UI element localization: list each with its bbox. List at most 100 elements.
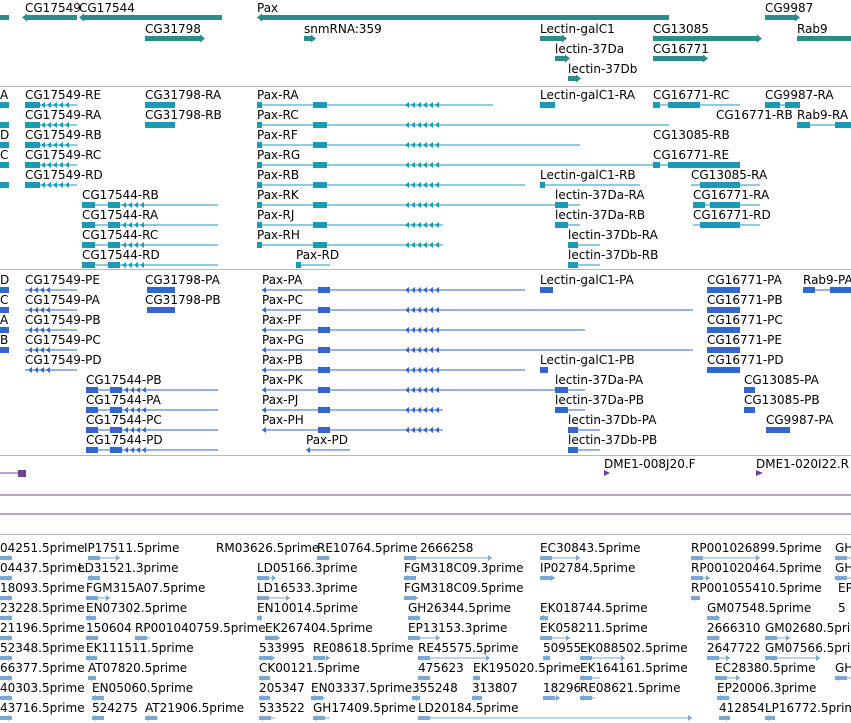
est-label[interactable]: EK088502.5prime [580,641,688,655]
protein-label[interactable]: CG31798-PA [145,273,221,287]
est-label[interactable]: EK195020.5prime [473,661,581,675]
mrna-label[interactable]: Pax-RA [257,88,299,102]
protein-label[interactable]: Pax-PK [262,373,304,387]
mrna-label[interactable]: CG17549-RD [25,168,103,182]
est-label[interactable]: RP001020464.5prime [691,561,822,575]
est-label[interactable]: FGM318C09.5prime [404,581,524,595]
est-label[interactable]: 2647722 [707,641,760,655]
est-label[interactable]: 205347 [259,681,305,695]
est-label[interactable]: 475623 [418,661,464,675]
est-label[interactable]: LP16772.5prime [765,701,851,715]
est-label[interactable]: GH [835,561,851,575]
mrna-label[interactable]: CG16771-RA [693,188,770,202]
gene-label[interactable]: CG17544 [79,1,135,15]
mrna-label[interactable]: Pax-RG [257,148,300,162]
est-label[interactable]: EK018744.5prime [540,601,648,615]
protein-label[interactable]: CG13085-PB [744,393,820,407]
mrna-label[interactable]: Rab9-RA [797,108,849,122]
est-label[interactable]: EN03337.5prime [311,681,412,695]
protein-label[interactable]: CG16771-PE [707,333,782,347]
est-label[interactable]: EP [838,581,851,595]
mrna-label[interactable]: CG16771-RC [653,88,729,102]
clone-label[interactable]: DME1-020I22.R [756,457,849,471]
gene-label[interactable]: CG9987 [765,1,813,15]
protein-label[interactable]: CG13085-PA [744,373,820,387]
protein-label[interactable]: CG17544-PB [86,373,162,387]
protein-label[interactable]: CG17549-PC [25,333,101,347]
gene-label[interactable]: CG16771 [653,42,709,56]
est-label[interactable]: FGM315A07.5prime [86,581,205,595]
mrna-label[interactable]: CG17549-RE [25,88,101,102]
protein-label[interactable]: Pax-PH [262,413,304,427]
protein-label[interactable]: Pax-PJ [262,393,298,407]
est-label[interactable]: RE10764.5prime [317,541,418,555]
est-label[interactable]: 43716.5prime [0,701,85,715]
est-label[interactable]: RE45575.5prime [418,641,519,655]
protein-label[interactable]: B [0,333,8,347]
est-label[interactable]: GH26344.5prime [408,601,511,615]
est-label[interactable]: LD20184.5prime [418,701,519,715]
est-label[interactable]: EK111511.5prime [86,641,194,655]
gene-label[interactable]: lectin-37Db [568,62,637,76]
mrna-label[interactable]: CG16771-RB [716,108,793,122]
est-label[interactable]: GH [835,541,851,555]
est-label[interactable]: 355248 [412,681,458,695]
est-label[interactable]: FGM318C09.3prime [404,561,524,575]
est-label[interactable]: EK267404.5prime [265,621,373,635]
protein-label[interactable]: lectin-37Db-PA [568,413,657,427]
est-label[interactable]: AT21906.5prime [145,701,244,715]
mrna-label[interactable]: CG9987-RA [765,88,834,102]
protein-label[interactable]: CG17544-PC [86,413,162,427]
gene-label[interactable]: Rab9 [797,22,828,36]
est-label[interactable]: 18093.5prime [0,581,85,595]
mrna-label[interactable]: CG17544-RD [82,248,160,262]
est-label[interactable]: LD16533.3prime [257,581,358,595]
est-label[interactable]: RE08618.5prime [313,641,414,655]
mrna-label[interactable]: Pax-RB [257,168,299,182]
est-label[interactable]: EP20006.3prime [717,681,816,695]
est-label[interactable]: RP001026899.5prime [691,541,822,555]
est-label[interactable]: EN10014.5prime [257,601,358,615]
est-label[interactable]: 313807 [472,681,518,695]
est-label[interactable]: 23228.5prime [0,601,85,615]
mrna-label[interactable]: Pax-RD [296,248,339,262]
est-label[interactable]: 533995 [259,641,305,655]
est-label[interactable]: EK164161.5prime [580,661,688,675]
est-label[interactable]: RP001040759.5prime [135,621,266,635]
protein-label[interactable]: CG16771-PD [707,353,784,367]
est-label[interactable]: 04251.5prime [0,541,85,555]
est-label[interactable]: CK00121.5prime [259,661,360,675]
mrna-label[interactable]: Pax-RJ [257,208,294,222]
est-label[interactable]: 50955 [543,641,581,655]
protein-label[interactable]: CG16771-PA [707,273,783,287]
mrna-label[interactable]: CG17544-RA [82,208,159,222]
mrna-label[interactable]: D [0,128,9,142]
protein-label[interactable]: Pax-PC [262,293,303,307]
est-label[interactable]: RE08621.5prime [580,681,681,695]
protein-label[interactable]: CG16771-PC [707,313,783,327]
est-label[interactable]: 412854 [719,701,765,715]
protein-label[interactable]: Pax-PB [262,353,303,367]
est-label[interactable]: GM07548.5prime [707,601,811,615]
mrna-label[interactable]: Lectin-galC1-RA [540,88,636,102]
gene-label[interactable]: Lectin-galC1 [540,22,615,36]
mrna-label[interactable]: CG17544-RB [82,188,159,202]
protein-label[interactable]: CG16771-PB [707,293,783,307]
est-label[interactable]: EC28380.5prime [715,661,816,675]
mrna-label[interactable]: CG16771-RD [693,208,771,222]
est-label[interactable]: GH [835,661,851,675]
mrna-label[interactable]: C [0,148,8,162]
mrna-label[interactable]: lectin-37Da-RB [555,208,645,222]
est-label[interactable]: LD05166.3prime [257,561,358,575]
protein-label[interactable]: CG17549-PB [25,313,101,327]
protein-label[interactable]: CG17549-PA [25,293,101,307]
est-label[interactable]: EN07302.5prime [86,601,187,615]
mrna-label[interactable]: CG13085-RA [691,168,768,182]
est-label[interactable]: 533522 [259,701,305,715]
gene-label[interactable]: CG17549 [25,1,81,15]
protein-label[interactable]: CG17544-PA [86,393,162,407]
est-label[interactable]: 66377.5prime [0,661,85,675]
mrna-label[interactable]: Pax-RH [257,228,300,242]
protein-label[interactable]: Pax-PG [262,333,304,347]
est-label[interactable]: 21196.5prime [0,621,85,635]
